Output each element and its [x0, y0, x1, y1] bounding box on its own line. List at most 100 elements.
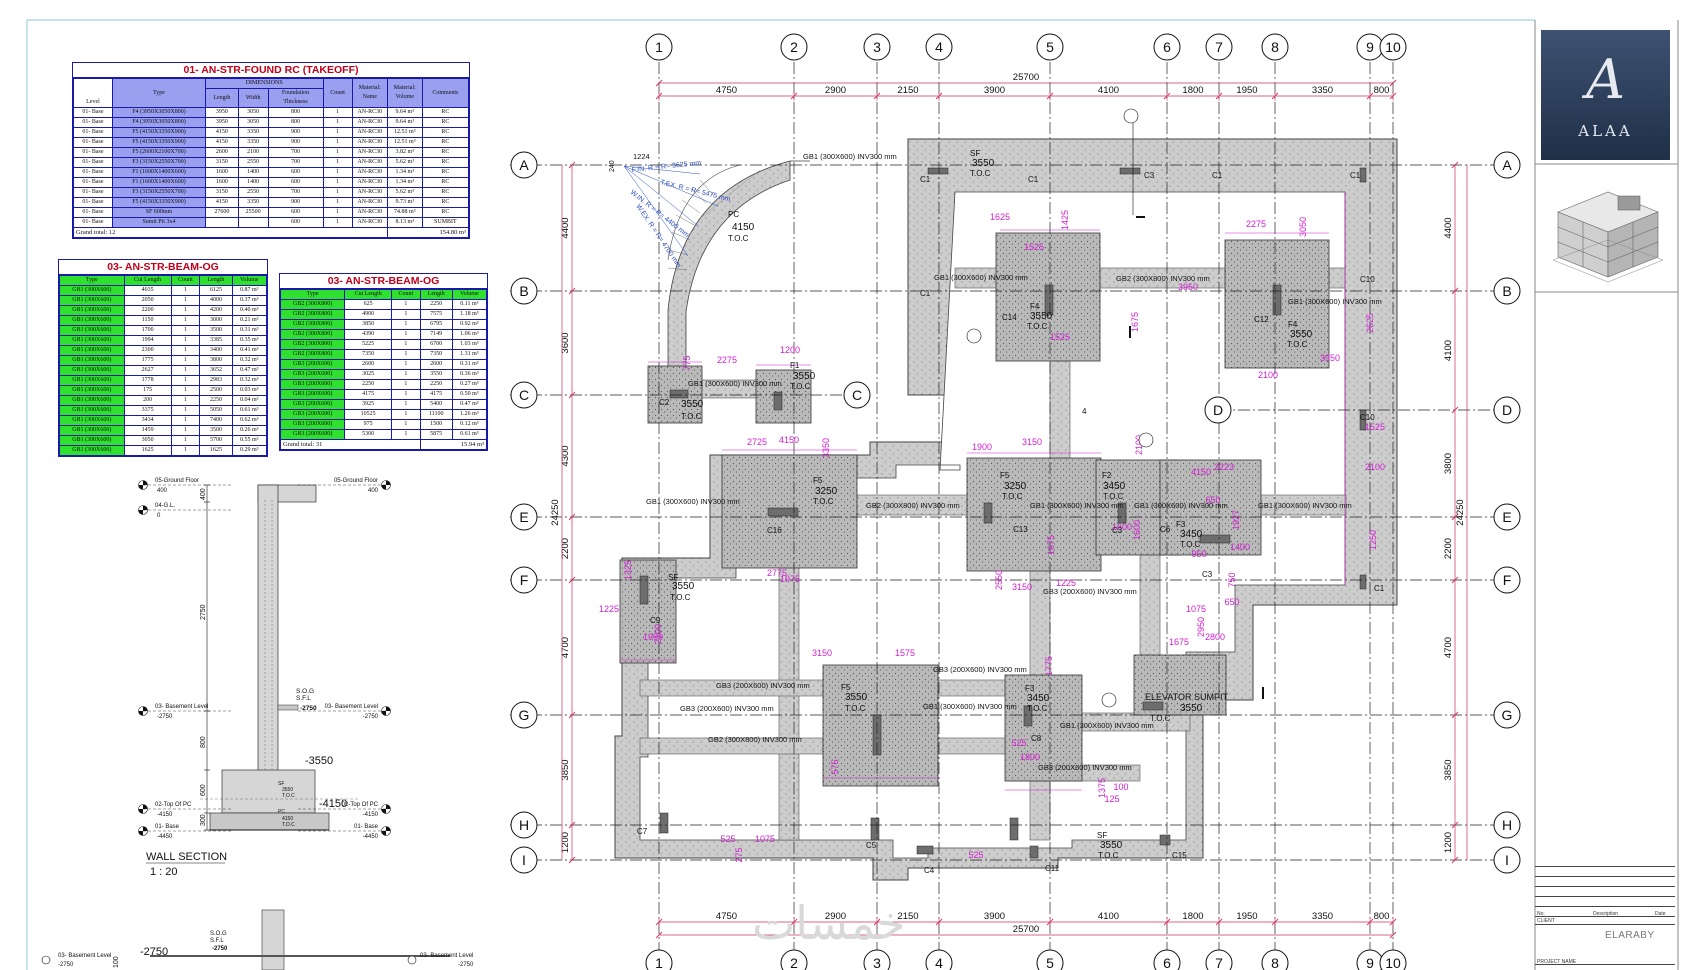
- ws2-sog: S.O.G: [210, 931, 227, 937]
- grid-col-label: 5: [1046, 955, 1054, 970]
- local-dimension: 3050: [1298, 217, 1308, 237]
- level-value: 400: [368, 488, 379, 494]
- sf-toc-3: T.O.C: [1098, 851, 1119, 860]
- dim-overall-height: 24250: [1455, 499, 1466, 525]
- svg-text:C11: C11: [1045, 864, 1060, 873]
- local-dimension: 1075: [1186, 604, 1206, 614]
- dim-row-spacing: 2200: [1443, 538, 1454, 559]
- f3-toc-2: T.O.C: [1027, 704, 1048, 713]
- f5-label-2: F5: [1000, 471, 1010, 480]
- local-dimension: 2625: [1365, 313, 1375, 333]
- dim-col-spacing: 4750: [716, 911, 737, 922]
- local-dimension: 525: [720, 834, 735, 844]
- sf-toc-2: T.O.C: [670, 593, 691, 602]
- level-name: 02-Top Of PC: [342, 802, 379, 808]
- local-dimension: 575: [830, 759, 840, 774]
- arc-label-tex: T.EX. R = R= 5475 mm: [660, 179, 732, 203]
- svg-text:4: 4: [1082, 407, 1087, 416]
- local-dimension: 2275: [1246, 219, 1266, 229]
- local-dimension: 2800: [1205, 632, 1225, 642]
- ws-dim-300: 300: [200, 814, 207, 826]
- grid-row-label: B: [1502, 283, 1511, 299]
- f2-label: F2: [1102, 471, 1112, 480]
- f1-elev: 3550: [793, 371, 816, 382]
- f1-toc: T.O.C: [790, 382, 811, 391]
- sf-label-3: SF: [1097, 831, 1107, 840]
- wall-section-title: WALL SECTION: [146, 851, 227, 863]
- svg-text:C3: C3: [1202, 570, 1213, 579]
- building-3d-thumbnail: [1552, 191, 1664, 283]
- beam-label-gb3-d: GB3 (200X600) INV300 mm: [680, 704, 774, 713]
- beam-label-gb1-h: GB1 (300X600) INV300 mm: [1258, 501, 1352, 510]
- local-dimension: 1927: [1231, 510, 1241, 530]
- ws-sf-toc: T.O.C: [282, 793, 295, 799]
- f4-toc-1: T.O.C: [1027, 322, 1048, 331]
- ws-pc-toc: T.O.C: [282, 822, 295, 828]
- local-dimension: 525: [968, 850, 983, 860]
- f5-toc-2: T.O.C: [1002, 492, 1023, 501]
- dim-col-spacing: 1950: [1236, 85, 1257, 96]
- dim-row-spacing: 4400: [1443, 217, 1454, 238]
- local-dimension: 3150: [812, 648, 832, 658]
- logo-monogram: A: [1586, 48, 1625, 111]
- beam-label-gb1-c: GB1 (300X600) INV300 mm: [1288, 297, 1382, 306]
- c2-toc: T.O.C: [681, 412, 702, 421]
- beam-label-gb1-b: GB1 (300X600) INV300 mm: [934, 273, 1028, 282]
- beam-label-gb3-b: GB3 (200X600) INV300 mm: [933, 665, 1027, 674]
- grid-col-label: 3: [873, 39, 881, 55]
- local-dimension: 2100: [1258, 370, 1278, 380]
- c12-label: C12: [1254, 315, 1269, 324]
- ws-dim-2750: 2750: [200, 604, 207, 620]
- ws-dim-600: 600: [200, 784, 207, 796]
- sf-toc-1: T.O.C: [970, 169, 991, 178]
- local-dimension: 1325: [623, 560, 633, 580]
- grid-row-label: I: [1505, 852, 1509, 868]
- logo-name: ALAA: [1578, 122, 1633, 140]
- foundation-plan-drawing: 1 1 2 2 3 3 4 4 5 5 6 6 7 7 8 8 9 9 10 10 A A B B C C D D E E F F G G H H I I…: [26, 19, 1679, 970]
- arc-dim-1224: 1224: [633, 152, 650, 161]
- grid-row-label: G: [519, 707, 530, 723]
- local-dimension: 650: [1224, 597, 1239, 607]
- ws2-basement-left: 03- Basement Level: [58, 953, 111, 959]
- ws2-sog-val: -2750: [212, 946, 228, 952]
- local-dimension: 125: [1104, 794, 1119, 804]
- level-name: 01- Base: [354, 824, 379, 830]
- ws-dim-800: 800: [200, 736, 207, 748]
- tb-client-label: CLIENT: [1537, 918, 1555, 924]
- f5-label-1: F5: [813, 476, 823, 485]
- tb-description: Description: [1593, 911, 1619, 917]
- tb-project-label: PROJECT NAME: [1537, 959, 1577, 965]
- local-dimension: 525: [1011, 738, 1026, 748]
- local-dimension: 275: [734, 847, 744, 862]
- grid-row-label: C: [852, 387, 862, 403]
- ws-sog: S.O.G: [296, 688, 314, 695]
- dim-col-spacing: 3900: [984, 85, 1005, 96]
- c14-label: C14: [1002, 313, 1017, 322]
- dim-col-spacing: 2900: [825, 85, 846, 96]
- grid-row-label: C: [519, 387, 529, 403]
- local-dimension: 1525: [1024, 242, 1044, 252]
- local-dimension: 1625: [990, 212, 1010, 222]
- f4-label-2: F4: [1288, 320, 1298, 329]
- grid-col-label: 10: [1385, 955, 1401, 970]
- beam-label-gb1-f: GB1 (300X600) INV300 mm: [1030, 501, 1124, 510]
- svg-text:C10: C10: [1360, 413, 1375, 422]
- level-name: 05-Ground Floor: [155, 478, 199, 484]
- level-value: -4150: [157, 812, 173, 818]
- local-dimension: 1400: [1230, 542, 1250, 552]
- c6-label: C6: [1160, 525, 1171, 534]
- local-dimension: 1575: [895, 648, 915, 658]
- f4-elev-1: 3550: [1030, 311, 1053, 322]
- c2-label: C2: [659, 398, 670, 407]
- f4-toc-2: T.O.C: [1287, 340, 1308, 349]
- beam-label-gb2-b: GB2 (300X800) INV300 mm: [866, 501, 960, 510]
- grid-col-label: 10: [1385, 39, 1401, 55]
- ws-sfl: S.F.L: [296, 695, 311, 702]
- local-dimension: 1525: [1365, 422, 1385, 432]
- level-name: 05-Ground Floor: [334, 478, 378, 484]
- level-name: 02-Top Of PC: [155, 802, 192, 808]
- tb-no: No.: [1537, 911, 1545, 917]
- grid-row-label: F: [520, 572, 529, 588]
- local-dimension: 3950: [1320, 353, 1340, 363]
- level-value: 400: [157, 488, 168, 494]
